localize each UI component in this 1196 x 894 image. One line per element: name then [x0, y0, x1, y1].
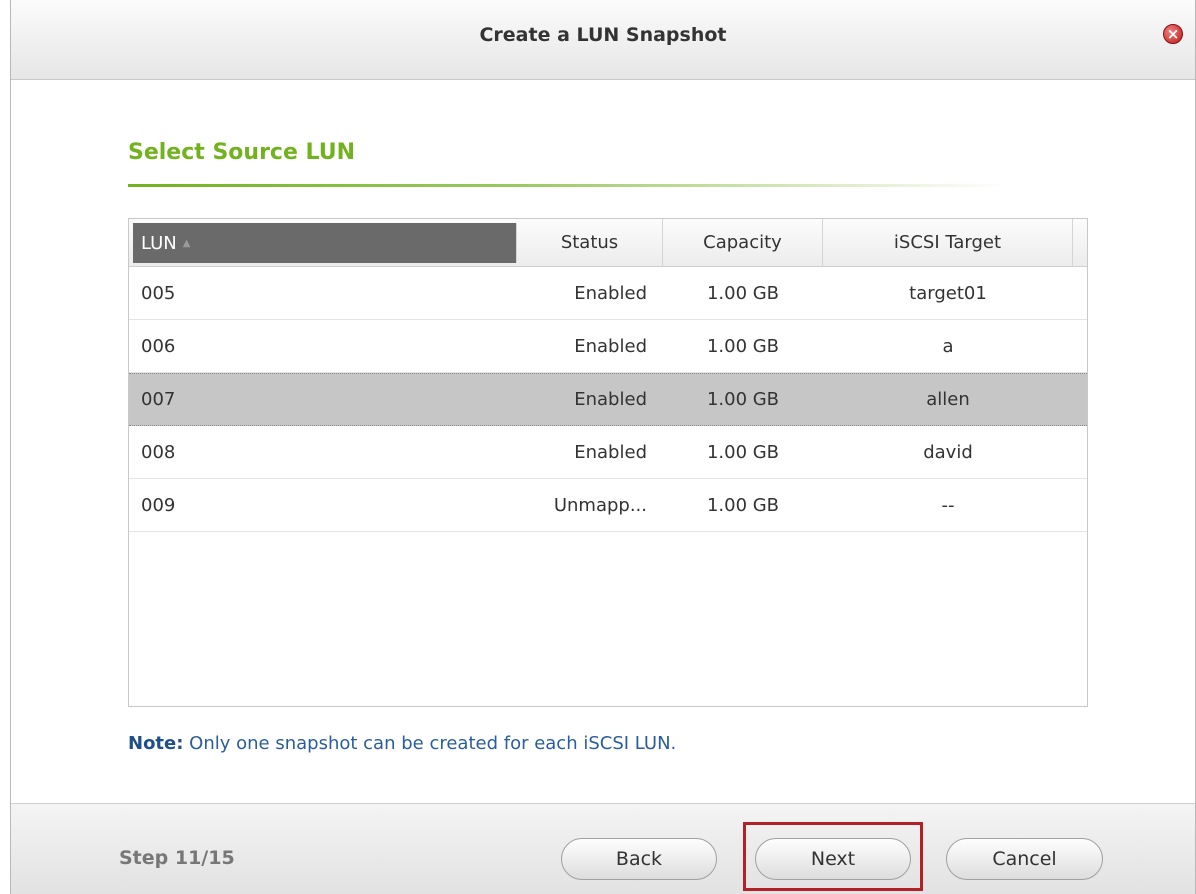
- table-row[interactable]: 009 Unmapp... 1.00 GB --: [129, 479, 1087, 532]
- column-header-iscsi-target[interactable]: iSCSI Target: [823, 219, 1073, 266]
- cell-status: Enabled: [574, 441, 647, 463]
- cell-lun: 007: [141, 389, 176, 410]
- cancel-button[interactable]: Cancel: [946, 838, 1103, 880]
- cell-iscsi-target: target01: [909, 282, 987, 304]
- sort-ascending-icon: ▲: [182, 237, 191, 249]
- table-row[interactable]: 006 Enabled 1.00 GB a: [129, 320, 1087, 373]
- column-header-lun[interactable]: LUN ▲: [133, 223, 517, 263]
- table-row[interactable]: 005 Enabled 1.00 GB target01: [129, 267, 1087, 320]
- create-lun-snapshot-dialog: Create a LUN Snapshot × Select Source LU…: [10, 0, 1196, 894]
- dialog-footer: Step 11/15 Back Next Cancel: [11, 803, 1195, 894]
- cell-lun: 006: [141, 335, 176, 357]
- lun-table: LUN ▲ Status Capacity iSCSI Target 005 E…: [128, 218, 1088, 707]
- cell-status: Enabled: [574, 389, 647, 410]
- section-title: Select Source LUN: [128, 140, 356, 165]
- cell-status: Unmapp...: [553, 494, 647, 516]
- cell-iscsi-target: --: [941, 494, 955, 516]
- note-body: Only one snapshot can be created for eac…: [183, 733, 677, 754]
- cell-capacity: 1.00 GB: [706, 335, 780, 357]
- cell-lun: 009: [141, 494, 176, 516]
- close-icon[interactable]: ×: [1163, 24, 1183, 44]
- cell-lun: 005: [141, 282, 176, 304]
- cell-iscsi-target: david: [923, 441, 973, 463]
- table-header: LUN ▲ Status Capacity iSCSI Target: [129, 219, 1087, 267]
- column-header-capacity[interactable]: Capacity: [663, 219, 823, 266]
- cell-status: Enabled: [574, 282, 647, 304]
- cell-lun: 008: [141, 441, 176, 463]
- table-row[interactable]: 008 Enabled 1.00 GB david: [129, 426, 1087, 479]
- note-text: Note: Only one snapshot can be created f…: [128, 733, 676, 754]
- cell-status: Enabled: [574, 335, 647, 357]
- step-indicator: Step 11/15: [119, 847, 235, 869]
- column-header-status[interactable]: Status: [517, 219, 663, 266]
- back-button[interactable]: Back: [561, 838, 717, 880]
- dialog-titlebar[interactable]: Create a LUN Snapshot ×: [11, 0, 1195, 80]
- cell-iscsi-target: allen: [926, 389, 970, 410]
- table-row-selected[interactable]: 007 Enabled 1.00 GB allen: [129, 373, 1087, 426]
- cell-iscsi-target: a: [942, 335, 954, 357]
- cell-capacity: 1.00 GB: [706, 441, 780, 463]
- cell-capacity: 1.00 GB: [706, 494, 780, 516]
- next-button[interactable]: Next: [755, 838, 911, 880]
- cell-capacity: 1.00 GB: [706, 282, 780, 304]
- cell-capacity: 1.00 GB: [706, 389, 780, 410]
- section-divider: [128, 184, 1008, 187]
- column-header-label: LUN: [141, 232, 177, 254]
- note-label: Note:: [128, 733, 184, 754]
- dialog-title: Create a LUN Snapshot: [479, 24, 727, 46]
